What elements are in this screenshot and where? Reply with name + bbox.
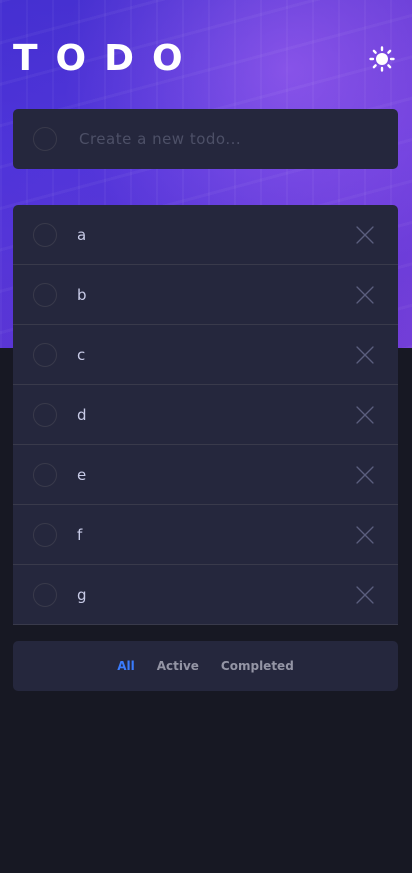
- app-title: TODO: [13, 38, 201, 79]
- todo-checkbox[interactable]: [33, 342, 57, 367]
- todo-item[interactable]: f: [13, 505, 398, 565]
- todo-text: g: [77, 585, 88, 604]
- delete-todo-button[interactable]: [354, 404, 376, 426]
- todo-checkbox[interactable]: [33, 222, 57, 247]
- close-icon: [356, 525, 374, 544]
- todo-item[interactable]: a: [13, 205, 398, 265]
- delete-todo-button[interactable]: [354, 524, 376, 546]
- filter-active[interactable]: Active: [157, 659, 199, 673]
- delete-todo-button[interactable]: [354, 224, 376, 246]
- todo-checkbox[interactable]: [33, 282, 57, 307]
- close-icon: [356, 345, 374, 364]
- todo-item[interactable]: e: [13, 445, 398, 505]
- close-icon: [356, 285, 374, 304]
- filter-completed[interactable]: Completed: [221, 659, 294, 673]
- todo-item[interactable]: b: [13, 265, 398, 325]
- filter-bar: All Active Completed: [13, 641, 398, 691]
- todo-text: b: [77, 285, 88, 304]
- todo-text: f: [77, 525, 83, 544]
- todo-checkbox[interactable]: [33, 462, 57, 487]
- delete-todo-button[interactable]: [354, 584, 376, 606]
- app-page: TODO a b c d e f g All Active: [0, 0, 412, 873]
- todo-item[interactable]: d: [13, 385, 398, 445]
- todo-checkbox[interactable]: [33, 582, 57, 607]
- close-icon: [356, 465, 374, 484]
- todo-item[interactable]: g: [13, 565, 398, 625]
- todo-text: e: [77, 465, 87, 484]
- delete-todo-button[interactable]: [354, 284, 376, 306]
- todo-item[interactable]: c: [13, 325, 398, 385]
- todo-checkbox[interactable]: [33, 522, 57, 547]
- delete-todo-button[interactable]: [354, 344, 376, 366]
- todo-text: d: [77, 405, 88, 424]
- close-icon: [356, 225, 374, 244]
- todo-text: c: [77, 345, 86, 364]
- close-icon: [356, 585, 374, 604]
- delete-todo-button[interactable]: [354, 464, 376, 486]
- new-todo-input[interactable]: [79, 130, 369, 148]
- todo-checkbox[interactable]: [33, 402, 57, 427]
- new-todo-bar: [13, 109, 398, 169]
- new-todo-checkbox[interactable]: [33, 127, 57, 151]
- app-header: TODO: [13, 36, 399, 82]
- todo-text: a: [77, 225, 87, 244]
- filter-all[interactable]: All: [117, 659, 135, 673]
- sun-icon: [369, 46, 395, 72]
- theme-toggle-button[interactable]: [367, 44, 397, 74]
- todo-list: a b c d e f g: [13, 205, 398, 625]
- close-icon: [356, 405, 374, 424]
